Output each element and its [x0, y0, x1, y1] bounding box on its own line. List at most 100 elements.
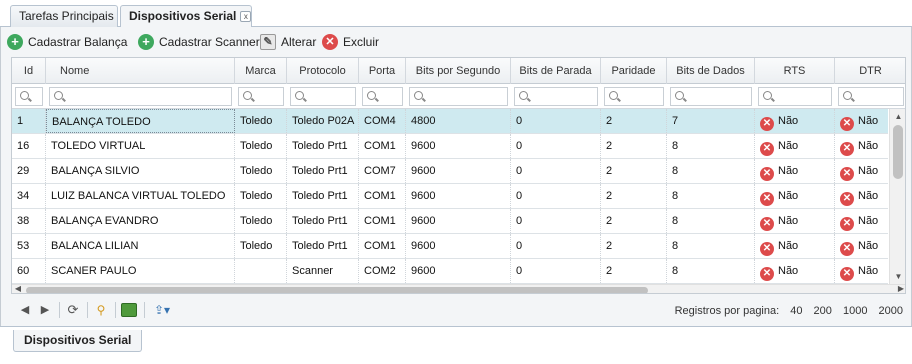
previous-page-icon[interactable]: ◀: [19, 303, 31, 317]
edit-button[interactable]: ✎ Alterar: [260, 33, 316, 51]
tab-tarefas-principais[interactable]: Tarefas Principais: [10, 5, 118, 27]
filter-row: [12, 84, 905, 109]
vertical-scrollbar[interactable]: ▲ ▼: [889, 109, 905, 284]
filter-id-input[interactable]: [15, 87, 43, 106]
cell-nome: LUIZ BALANCA VIRTUAL TOLEDO: [46, 184, 235, 208]
cell-text: 34: [17, 190, 30, 202]
delete-button[interactable]: ✕ Excluir: [322, 33, 382, 51]
cell-text: Toledo Prt1: [292, 240, 348, 252]
zoom-search-icon[interactable]: ⚲: [93, 303, 109, 317]
cell-text: TOLEDO VIRTUAL: [51, 140, 146, 152]
page-size-option[interactable]: 1000: [843, 305, 867, 317]
cell-text: 8: [672, 165, 679, 177]
tab-dispositivos-serial[interactable]: Dispositivos Serial x: [120, 5, 252, 28]
scroll-up-icon[interactable]: ▲: [890, 112, 905, 121]
cell-nome: BALANÇA SILVIO: [46, 159, 235, 183]
cell-text: 2: [606, 190, 613, 202]
column-header-bits-por-segundo[interactable]: Bits por Segundo: [406, 58, 511, 84]
cell-text: Não: [858, 190, 879, 202]
cell-id: 16: [12, 134, 46, 158]
chart-export-icon[interactable]: [121, 303, 137, 317]
table-row[interactable]: 29 BALANÇA SILVIO Toledo Toledo Prt1 COM7 960…: [12, 159, 888, 184]
x-circle-icon: ✕: [760, 192, 774, 206]
x-circle-icon: ✕: [760, 217, 774, 231]
next-page-icon[interactable]: ▶: [39, 303, 51, 317]
cell-bits-de-parada: 0: [511, 134, 601, 158]
cell-porta: COM1: [359, 209, 406, 233]
refresh-icon[interactable]: ⟳: [65, 303, 81, 317]
table-row[interactable]: 53 BALANCA LILIAN Toledo Toledo Prt1 COM1 960…: [12, 234, 888, 259]
magnifier-icon: [843, 91, 852, 100]
toolbar: + Cadastrar Balança + Cadastrar Scanner …: [1, 27, 911, 57]
edit-label: Alterar: [281, 35, 317, 49]
table-row[interactable]: 60 SCANER PAULO Scanner COM2 9600 0 2 8 ✕ Não ✕ Não: [12, 259, 888, 284]
horizontal-scrollbar[interactable]: ◀ ▶: [12, 284, 905, 293]
cell-paridade: 2: [601, 259, 667, 283]
close-tab-icon[interactable]: x: [240, 11, 252, 22]
cell-bits-por-segundo: 9600: [406, 159, 511, 183]
add-scale-button[interactable]: + Cadastrar Balança: [7, 33, 131, 51]
table-row[interactable]: 16 TOLEDO VIRTUAL Toledo Toledo Prt1 COM1 960…: [12, 134, 888, 159]
bottom-tab-dispositivos-serial[interactable]: Dispositivos Serial: [13, 330, 143, 352]
cell-text: 16: [17, 140, 30, 152]
column-header-protocolo[interactable]: Protocolo: [287, 58, 359, 84]
filter-marca-input[interactable]: [238, 87, 284, 106]
cell-text: COM1: [364, 215, 396, 227]
x-circle-icon: ✕: [840, 267, 854, 281]
cell-text: 8: [672, 215, 679, 227]
horizontal-scroll-thumb[interactable]: [26, 287, 648, 293]
scroll-down-icon[interactable]: ▼: [890, 272, 905, 281]
filter-paridade-input[interactable]: [604, 87, 664, 106]
filter-nome-input[interactable]: [49, 87, 232, 106]
column-header-porta[interactable]: Porta: [359, 58, 406, 84]
cell-rts: ✕ Não: [755, 209, 835, 233]
cell-text: Não: [858, 240, 879, 252]
table-row[interactable]: 1 BALANÇA TOLEDO Toledo Toledo P02A COM4 4800…: [12, 109, 888, 134]
pencil-icon: ✎: [260, 34, 276, 50]
cell-text: Não: [778, 190, 799, 202]
page-size-option[interactable]: 2000: [879, 305, 903, 317]
column-header-nome[interactable]: Nome: [46, 58, 235, 84]
cell-bits-de-dados: 8: [667, 234, 755, 258]
cell-text: 8: [672, 190, 679, 202]
scroll-right-icon[interactable]: ▶: [895, 284, 905, 293]
cell-text: 2: [606, 215, 613, 227]
cell-marca: Toledo: [235, 159, 287, 183]
cell-text: 8: [672, 140, 679, 152]
column-header-id[interactable]: Id: [12, 58, 46, 84]
filter-bits-de-parada-input[interactable]: [514, 87, 598, 106]
cell-text: 9600: [411, 190, 436, 202]
filter-porta-input[interactable]: [362, 87, 403, 106]
column-header-rts[interactable]: RTS: [755, 58, 835, 84]
cell-text: 9600: [411, 240, 436, 252]
cell-dtr: ✕ Não: [835, 234, 888, 258]
cell-text: BALANÇA SILVIO: [51, 165, 140, 177]
filter-protocolo-input[interactable]: [290, 87, 356, 106]
cell-rts: ✕ Não: [755, 159, 835, 183]
table-row[interactable]: 34 LUIZ BALANCA VIRTUAL TOLEDO Toledo Toled…: [12, 184, 888, 209]
column-header-marca[interactable]: Marca: [235, 58, 287, 84]
cell-dtr: ✕ Não: [835, 209, 888, 233]
filter-bits-por-segundo-input[interactable]: [409, 87, 508, 106]
filter-bits-de-dados-input[interactable]: [670, 87, 752, 106]
column-header-bits-de-parada[interactable]: Bits de Parada: [511, 58, 601, 84]
column-header-paridade[interactable]: Paridade: [601, 58, 667, 84]
cell-text: Não: [778, 215, 799, 227]
filter-rts-input[interactable]: [758, 87, 832, 106]
scroll-left-icon[interactable]: ◀: [12, 284, 24, 293]
page-size-option[interactable]: 40: [790, 305, 802, 317]
column-header-dtr[interactable]: DTR: [835, 58, 905, 84]
vertical-scroll-thumb[interactable]: [893, 125, 903, 179]
column-header-bits-de-dados[interactable]: Bits de Dados: [667, 58, 755, 84]
add-scanner-button[interactable]: + Cadastrar Scanner: [138, 33, 260, 51]
cell-bits-de-parada: 0: [511, 159, 601, 183]
cell-porta: COM1: [359, 134, 406, 158]
export-dropdown-icon[interactable]: ⇪▾: [151, 303, 173, 317]
cell-text: 0: [516, 190, 523, 202]
cell-text: 0: [516, 140, 523, 152]
table-row[interactable]: 38 BALANÇA EVANDRO Toledo Toledo Prt1 COM1 96…: [12, 209, 888, 234]
cell-id: 1: [12, 109, 46, 133]
page-size-option[interactable]: 200: [814, 305, 832, 317]
grid-body: 1 BALANÇA TOLEDO Toledo Toledo P02A COM4 4800…: [12, 109, 888, 284]
filter-dtr-input[interactable]: [838, 87, 904, 106]
